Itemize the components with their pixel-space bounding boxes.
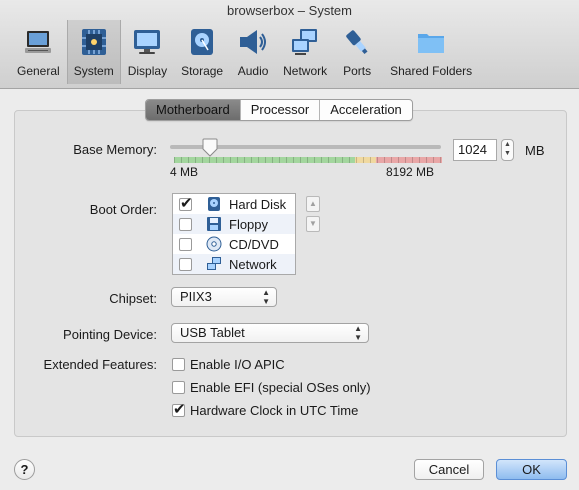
boot-item-label: CD/DVD: [229, 236, 279, 252]
chipset-select[interactable]: PIIX3 ▲ ▼: [171, 287, 277, 307]
toolbar-ports[interactable]: Ports: [334, 20, 380, 84]
window-title: browserbox – System: [227, 3, 352, 18]
motherboard-chip-icon: [81, 29, 106, 55]
folder-icon: [418, 34, 445, 53]
boot-checkbox[interactable]: [179, 217, 192, 231]
toolbar-label: Display: [127, 64, 168, 78]
toolbar-general[interactable]: General: [10, 20, 67, 84]
tab-processor[interactable]: Processor: [239, 100, 320, 120]
move-up-button[interactable]: ▲: [306, 196, 320, 212]
boot-item-label: Hard Disk: [229, 196, 287, 212]
move-down-button[interactable]: ▼: [306, 216, 320, 232]
toolbar-network[interactable]: Network: [276, 20, 334, 84]
pointing-device-label: Pointing Device:: [63, 327, 157, 342]
help-button[interactable]: ?: [14, 459, 35, 480]
tab-bar: Motherboard Processor Acceleration: [145, 99, 413, 121]
pointing-device-select[interactable]: USB Tablet ▲ ▼: [171, 323, 369, 343]
settings-toolbar: General System Display Storage Audio Net…: [10, 20, 482, 84]
boot-item-hard-disk[interactable]: Hard Disk: [173, 194, 295, 214]
title-toolbar: browserbox – System General System Displ…: [0, 0, 579, 89]
cancel-button[interactable]: Cancel: [414, 459, 484, 480]
boot-checkbox[interactable]: [179, 257, 192, 271]
storage-disk-icon: [191, 29, 214, 55]
toolbar-label: General: [17, 64, 60, 78]
toolbar-audio[interactable]: Audio: [230, 20, 276, 84]
network-icon: [207, 257, 221, 270]
chevron-updown-icon: ▲ ▼: [262, 288, 270, 306]
utc-clock-label: Hardware Clock in UTC Time: [190, 403, 359, 418]
chipset-value: PIIX3: [180, 289, 212, 304]
speaker-icon: [240, 30, 267, 54]
memory-value-input[interactable]: 1024: [453, 139, 497, 161]
settings-window: browserbox – System General System Displ…: [0, 0, 579, 490]
toolbar-label: Audio: [237, 64, 269, 78]
plug-icon: [346, 30, 368, 55]
efi-label: Enable EFI (special OSes only): [190, 380, 371, 395]
io-apic-option[interactable]: Enable I/O APIC: [172, 357, 285, 372]
efi-option[interactable]: Enable EFI (special OSes only): [172, 380, 371, 395]
memory-min-label: 4 MB: [170, 165, 199, 179]
boot-checkbox[interactable]: [179, 237, 192, 251]
floppy-icon: [207, 217, 221, 231]
toolbar-system[interactable]: System: [66, 20, 121, 84]
tab-motherboard[interactable]: Motherboard: [146, 100, 240, 120]
boot-item-cd-dvd[interactable]: CD/DVD: [173, 234, 295, 254]
memory-slider-thumb[interactable]: [201, 138, 219, 158]
display-monitor-icon: [134, 30, 161, 54]
toolbar-label: Network: [283, 64, 328, 78]
hard-disk-icon: [208, 197, 220, 211]
boot-item-label: Network: [229, 256, 277, 272]
pointing-device-value: USB Tablet: [180, 325, 245, 340]
boot-item-floppy[interactable]: Floppy: [173, 214, 295, 234]
toolbar-display[interactable]: Display: [121, 20, 174, 84]
extended-features-label: Extended Features:: [43, 357, 157, 372]
toolbar-label: System: [73, 64, 114, 78]
memory-max-label: 8192 MB: [386, 165, 435, 179]
utc-clock-checkbox[interactable]: [172, 400, 186, 418]
network-icon: [292, 29, 318, 55]
toolbar-storage[interactable]: Storage: [174, 20, 230, 84]
io-apic-checkbox[interactable]: [172, 358, 185, 371]
boot-order-list: Hard Disk Floppy CD/DVD Ne: [172, 193, 296, 275]
memory-unit: MB: [525, 143, 545, 158]
boot-item-label: Floppy: [229, 216, 269, 232]
efi-checkbox[interactable]: [172, 381, 185, 394]
chipset-label: Chipset:: [109, 291, 157, 306]
toolbar-shared-folders[interactable]: Shared Folders: [380, 20, 482, 84]
toolbar-label: Storage: [181, 64, 224, 78]
boot-order-label: Boot Order:: [89, 202, 157, 217]
boot-item-network[interactable]: Network: [173, 254, 295, 274]
toolbar-label: Shared Folders: [390, 64, 473, 78]
chevron-updown-icon: ▲ ▼: [354, 324, 362, 342]
utc-clock-option[interactable]: Hardware Clock in UTC Time: [172, 400, 359, 418]
cd-dvd-icon: [206, 236, 222, 252]
base-memory-label: Base Memory:: [73, 142, 157, 157]
monitor-general-icon: [25, 31, 52, 53]
memory-stepper[interactable]: ▲ ▼: [501, 139, 514, 161]
ok-button[interactable]: OK: [496, 459, 567, 480]
tab-acceleration[interactable]: Acceleration: [319, 100, 412, 120]
boot-checkbox[interactable]: [179, 194, 193, 212]
io-apic-label: Enable I/O APIC: [190, 357, 285, 372]
toolbar-label: Ports: [343, 64, 372, 78]
